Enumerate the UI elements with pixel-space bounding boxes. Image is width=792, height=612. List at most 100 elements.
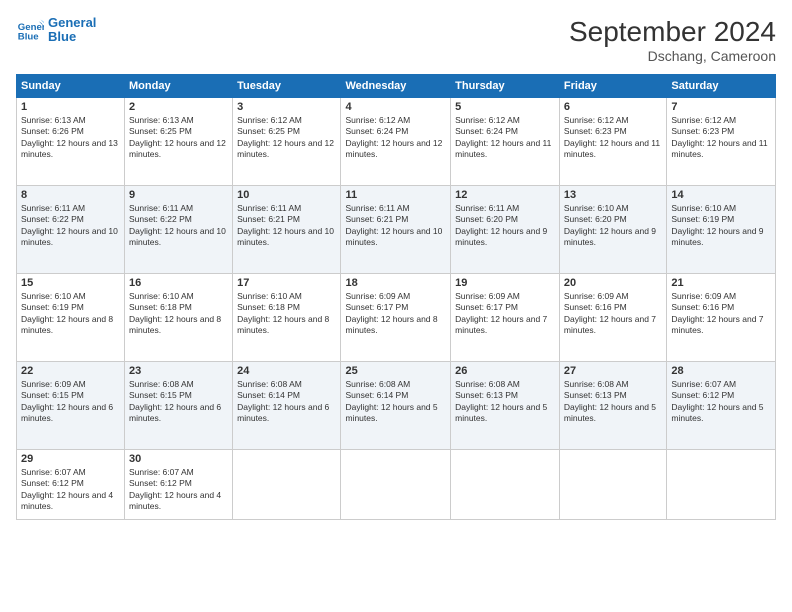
day-info: Sunrise: 6:11 AMSunset: 6:21 PMDaylight:… bbox=[237, 203, 336, 249]
calendar-cell: 10 Sunrise: 6:11 AMSunset: 6:21 PMDayligh… bbox=[233, 186, 341, 274]
calendar-cell bbox=[451, 450, 560, 520]
day-info: Sunrise: 6:11 AMSunset: 6:20 PMDaylight:… bbox=[455, 203, 555, 249]
day-number: 7 bbox=[671, 101, 771, 113]
day-number: 13 bbox=[564, 189, 662, 201]
week-row-5: 29 Sunrise: 6:07 AMSunset: 6:12 PMDayligh… bbox=[17, 450, 776, 520]
day-info: Sunrise: 6:08 AMSunset: 6:14 PMDaylight:… bbox=[237, 379, 336, 425]
day-info: Sunrise: 6:11 AMSunset: 6:22 PMDaylight:… bbox=[129, 203, 228, 249]
calendar-cell: 4Sunrise: 6:12 AMSunset: 6:24 PMDaylight… bbox=[341, 98, 451, 186]
day-number: 9 bbox=[129, 189, 228, 201]
day-info: Sunrise: 6:09 AMSunset: 6:15 PMDaylight:… bbox=[21, 379, 120, 425]
day-number: 14 bbox=[671, 189, 771, 201]
week-row-1: 1 Sunrise: 6:13 AMSunset: 6:26 PMDaylight… bbox=[17, 98, 776, 186]
day-number: 11 bbox=[345, 189, 446, 201]
day-info: Sunrise: 6:08 AMSunset: 6:13 PMDaylight:… bbox=[564, 379, 662, 425]
logo-icon: General Blue bbox=[16, 16, 44, 44]
day-info: Sunrise: 6:11 AMSunset: 6:22 PMDaylight:… bbox=[21, 203, 120, 249]
day-info: Sunrise: 6:12 AMSunset: 6:24 PMDaylight:… bbox=[455, 115, 555, 161]
day-info: Sunrise: 6:13 AMSunset: 6:25 PMDaylight:… bbox=[129, 115, 228, 161]
calendar-cell: 5 Sunrise: 6:12 AMSunset: 6:24 PMDaylight… bbox=[451, 98, 560, 186]
calendar-cell: 17 Sunrise: 6:10 AMSunset: 6:18 PMDayligh… bbox=[233, 274, 341, 362]
calendar-cell bbox=[667, 450, 776, 520]
calendar-cell: 22Sunrise: 6:09 AMSunset: 6:15 PMDayligh… bbox=[17, 362, 125, 450]
calendar-cell: 15 Sunrise: 6:10 AMSunset: 6:19 PMDayligh… bbox=[17, 274, 125, 362]
day-number: 17 bbox=[237, 277, 336, 289]
day-number: 29 bbox=[21, 453, 120, 465]
day-info: Sunrise: 6:07 AMSunset: 6:12 PMDaylight:… bbox=[21, 467, 120, 513]
week-row-2: 8 Sunrise: 6:11 AMSunset: 6:22 PMDaylight… bbox=[17, 186, 776, 274]
col-header-wednesday: Wednesday bbox=[341, 75, 451, 98]
day-info: Sunrise: 6:08 AMSunset: 6:14 PMDaylight:… bbox=[345, 379, 446, 425]
calendar-cell: 21 Sunrise: 6:09 AMSunset: 6:16 PMDayligh… bbox=[667, 274, 776, 362]
title-block: September 2024 Dschang, Cameroon bbox=[569, 16, 776, 64]
calendar-cell: 6 Sunrise: 6:12 AMSunset: 6:23 PMDaylight… bbox=[559, 98, 666, 186]
header: General Blue GeneralBlue September 2024 … bbox=[16, 16, 776, 64]
day-number: 6 bbox=[564, 101, 662, 113]
day-info: Sunrise: 6:12 AMSunset: 6:25 PMDaylight:… bbox=[237, 115, 336, 161]
day-number: 25 bbox=[345, 365, 446, 377]
calendar-cell: 27 Sunrise: 6:08 AMSunset: 6:13 PMDayligh… bbox=[559, 362, 666, 450]
day-info: Sunrise: 6:12 AMSunset: 6:24 PMDaylight:… bbox=[345, 115, 446, 161]
col-header-sunday: Sunday bbox=[17, 75, 125, 98]
col-header-tuesday: Tuesday bbox=[233, 75, 341, 98]
logo-text: GeneralBlue bbox=[48, 16, 96, 45]
calendar-cell: 25 Sunrise: 6:08 AMSunset: 6:14 PMDayligh… bbox=[341, 362, 451, 450]
calendar-cell bbox=[341, 450, 451, 520]
day-number: 21 bbox=[671, 277, 771, 289]
page: General Blue GeneralBlue September 2024 … bbox=[0, 0, 792, 612]
calendar-cell: 13 Sunrise: 6:10 AMSunset: 6:20 PMDayligh… bbox=[559, 186, 666, 274]
day-info: Sunrise: 6:07 AMSunset: 6:12 PMDaylight:… bbox=[671, 379, 771, 425]
calendar-cell bbox=[233, 450, 341, 520]
calendar-cell: 30Sunrise: 6:07 AMSunset: 6:12 PMDayligh… bbox=[125, 450, 233, 520]
col-header-saturday: Saturday bbox=[667, 75, 776, 98]
calendar-cell: 2Sunrise: 6:13 AMSunset: 6:25 PMDaylight… bbox=[125, 98, 233, 186]
day-number: 12 bbox=[455, 189, 555, 201]
week-row-3: 15 Sunrise: 6:10 AMSunset: 6:19 PMDayligh… bbox=[17, 274, 776, 362]
day-number: 19 bbox=[455, 277, 555, 289]
month-title: September 2024 bbox=[569, 16, 776, 48]
day-info: Sunrise: 6:10 AMSunset: 6:19 PMDaylight:… bbox=[21, 291, 120, 337]
calendar-cell: 20Sunrise: 6:09 AMSunset: 6:16 PMDayligh… bbox=[559, 274, 666, 362]
calendar-cell: 26 Sunrise: 6:08 AMSunset: 6:13 PMDayligh… bbox=[451, 362, 560, 450]
day-info: Sunrise: 6:12 AMSunset: 6:23 PMDaylight:… bbox=[564, 115, 662, 161]
calendar-cell: 8 Sunrise: 6:11 AMSunset: 6:22 PMDaylight… bbox=[17, 186, 125, 274]
day-info: Sunrise: 6:09 AMSunset: 6:17 PMDaylight:… bbox=[455, 291, 555, 337]
day-info: Sunrise: 6:12 AMSunset: 6:23 PMDaylight:… bbox=[671, 115, 771, 161]
day-number: 15 bbox=[21, 277, 120, 289]
day-info: Sunrise: 6:08 AMSunset: 6:15 PMDaylight:… bbox=[129, 379, 228, 425]
day-info: Sunrise: 6:10 AMSunset: 6:20 PMDaylight:… bbox=[564, 203, 662, 249]
day-info: Sunrise: 6:10 AMSunset: 6:18 PMDaylight:… bbox=[237, 291, 336, 337]
day-info: Sunrise: 6:09 AMSunset: 6:17 PMDaylight:… bbox=[345, 291, 446, 337]
day-info: Sunrise: 6:13 AMSunset: 6:26 PMDaylight:… bbox=[21, 115, 120, 161]
calendar-cell: 3Sunrise: 6:12 AMSunset: 6:25 PMDaylight… bbox=[233, 98, 341, 186]
day-info: Sunrise: 6:07 AMSunset: 6:12 PMDaylight:… bbox=[129, 467, 228, 513]
day-number: 8 bbox=[21, 189, 120, 201]
day-number: 16 bbox=[129, 277, 228, 289]
calendar-cell: 9 Sunrise: 6:11 AMSunset: 6:22 PMDaylight… bbox=[125, 186, 233, 274]
calendar-cell: 28 Sunrise: 6:07 AMSunset: 6:12 PMDayligh… bbox=[667, 362, 776, 450]
day-info: Sunrise: 6:09 AMSunset: 6:16 PMDaylight:… bbox=[564, 291, 662, 337]
calendar-cell: 29 Sunrise: 6:07 AMSunset: 6:12 PMDayligh… bbox=[17, 450, 125, 520]
calendar-cell: 23Sunrise: 6:08 AMSunset: 6:15 PMDayligh… bbox=[125, 362, 233, 450]
day-info: Sunrise: 6:11 AMSunset: 6:21 PMDaylight:… bbox=[345, 203, 446, 249]
calendar-table: SundayMondayTuesdayWednesdayThursdayFrid… bbox=[16, 74, 776, 520]
calendar-cell: 19 Sunrise: 6:09 AMSunset: 6:17 PMDayligh… bbox=[451, 274, 560, 362]
day-info: Sunrise: 6:10 AMSunset: 6:19 PMDaylight:… bbox=[671, 203, 771, 249]
day-number: 10 bbox=[237, 189, 336, 201]
day-number: 5 bbox=[455, 101, 555, 113]
day-number: 26 bbox=[455, 365, 555, 377]
col-header-friday: Friday bbox=[559, 75, 666, 98]
calendar-cell: 16Sunrise: 6:10 AMSunset: 6:18 PMDayligh… bbox=[125, 274, 233, 362]
calendar-cell: 24Sunrise: 6:08 AMSunset: 6:14 PMDayligh… bbox=[233, 362, 341, 450]
svg-text:Blue: Blue bbox=[18, 32, 39, 43]
day-info: Sunrise: 6:08 AMSunset: 6:13 PMDaylight:… bbox=[455, 379, 555, 425]
day-number: 28 bbox=[671, 365, 771, 377]
col-header-monday: Monday bbox=[125, 75, 233, 98]
logo: General Blue GeneralBlue bbox=[16, 16, 96, 45]
day-number: 1 bbox=[21, 101, 120, 113]
day-number: 18 bbox=[345, 277, 446, 289]
day-info: Sunrise: 6:09 AMSunset: 6:16 PMDaylight:… bbox=[671, 291, 771, 337]
calendar-cell: 14 Sunrise: 6:10 AMSunset: 6:19 PMDayligh… bbox=[667, 186, 776, 274]
col-header-thursday: Thursday bbox=[451, 75, 560, 98]
day-number: 27 bbox=[564, 365, 662, 377]
